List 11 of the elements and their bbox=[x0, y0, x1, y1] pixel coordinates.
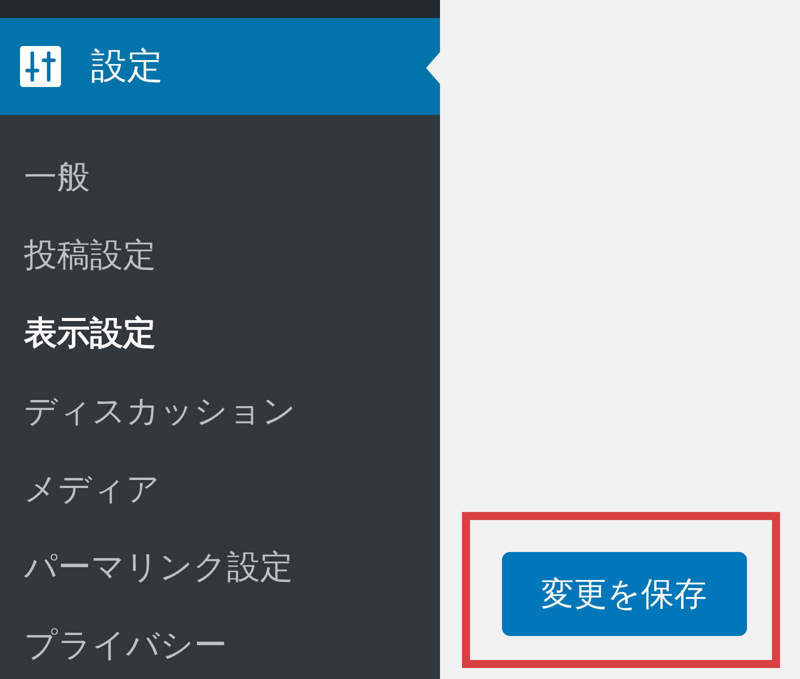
submenu-item[interactable]: ディスカッション bbox=[0, 389, 320, 433]
submenu-item[interactable]: 一般 bbox=[0, 155, 114, 199]
sliders-icon bbox=[20, 46, 61, 87]
submenu-item[interactable]: プライバシー bbox=[0, 623, 251, 667]
save-button[interactable]: 変更を保存 bbox=[502, 552, 746, 636]
submenu-item[interactable]: メディア bbox=[0, 467, 184, 511]
settings-menu-item[interactable]: 設定 bbox=[0, 18, 440, 115]
current-page-pointer bbox=[426, 52, 440, 84]
submenu-item[interactable]: 表示設定 bbox=[0, 311, 180, 355]
submenu-item[interactable]: パーマリンク設定 bbox=[0, 545, 317, 589]
submenu-item[interactable]: 投稿設定 bbox=[0, 233, 180, 277]
